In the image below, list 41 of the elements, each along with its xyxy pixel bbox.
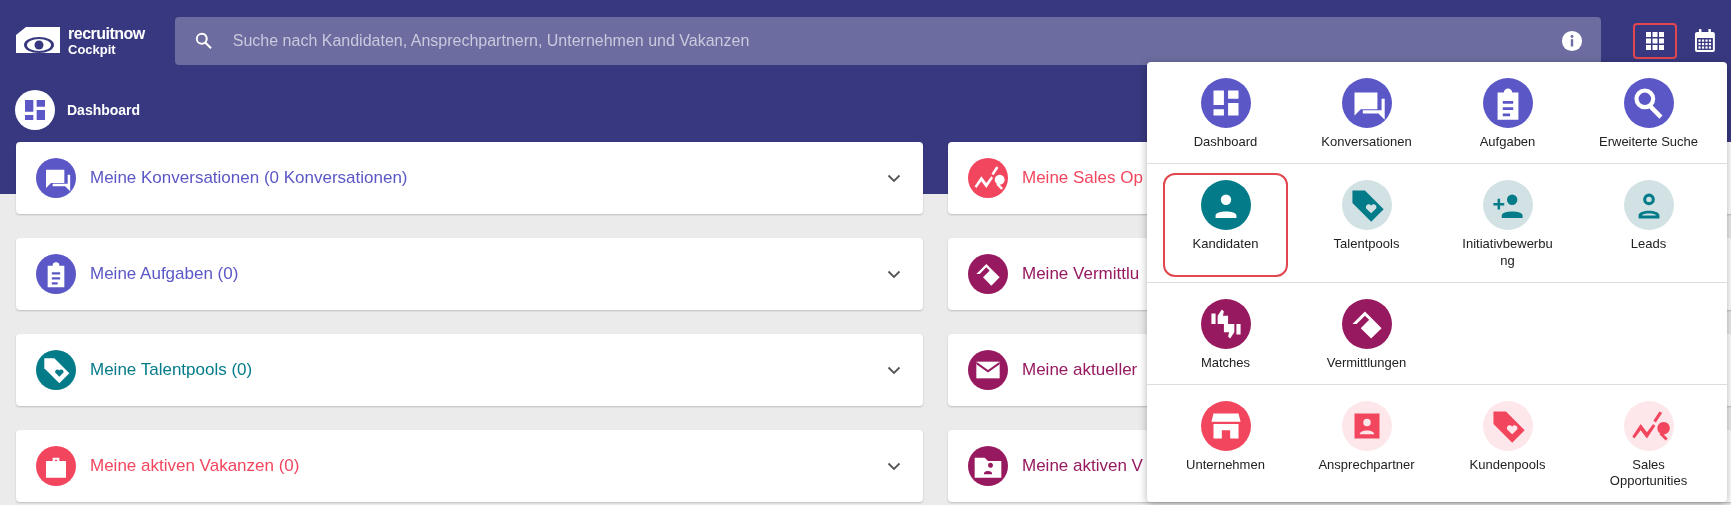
info-icon[interactable]	[1561, 30, 1584, 52]
card-title: Meine Konversationen (0 Konversationen)	[90, 168, 409, 188]
apps-grid-button[interactable]	[1633, 23, 1678, 59]
card-title: Meine Sales Op	[1022, 168, 1143, 188]
menu-item[interactable]: Ansprechpartner	[1304, 393, 1429, 498]
card-title: Meine aktiven Vakanzen (0)	[90, 456, 301, 476]
menu-item[interactable]: Erweiterte Suche	[1586, 71, 1711, 158]
menu-item[interactable]: Sales Opportunities	[1586, 393, 1711, 498]
calendar-icon[interactable]	[1693, 28, 1717, 54]
chevron-down-icon[interactable]	[887, 461, 901, 471]
card-title: Meine aktiven V	[1022, 456, 1143, 476]
menu-item[interactable]: Aufgaben	[1445, 71, 1570, 158]
logo[interactable]: recruitnow Cockpit	[14, 23, 145, 59]
search-bar[interactable]: Suche nach Kandidaten, Ansprechpartnern, Unternehmen und Vakanzen	[174, 17, 1602, 65]
menu-item[interactable]: Unternehmen	[1163, 393, 1288, 498]
card-title: Meine aktueller	[1022, 360, 1138, 380]
page-title: Dashboard	[67, 102, 141, 118]
dashboard-icon	[15, 90, 55, 130]
card-title: Meine Aufgaben (0)	[90, 264, 240, 284]
widget-card[interactable]: Meine Talentpools (0)	[16, 334, 923, 406]
menu-item[interactable]: Konversationen	[1304, 71, 1429, 158]
menu-item[interactable]: Matches	[1163, 291, 1288, 379]
menu-item[interactable]: Dashboard	[1163, 71, 1288, 158]
card-title: Meine Vermittlu	[1022, 264, 1140, 284]
menu-item[interactable]: Initiativbewerbu ng	[1445, 172, 1570, 277]
menu-item[interactable]: Kandidaten	[1163, 172, 1288, 277]
brand-name: recruitnow	[68, 25, 145, 43]
widget-card[interactable]: Meine Aufgaben (0)	[16, 238, 923, 310]
search-field[interactable]: Suche nach Kandidaten, Ansprechpartnern, Unternehmen und Vakanzen	[230, 31, 1546, 51]
chevron-down-icon[interactable]	[887, 269, 901, 279]
menu-item[interactable]: Kundenpools	[1445, 393, 1570, 498]
chevron-down-icon[interactable]	[887, 365, 901, 375]
card-title: Meine Talentpools (0)	[90, 360, 254, 380]
chevron-down-icon[interactable]	[887, 173, 901, 183]
product-name: Cockpit	[68, 42, 117, 57]
widget-card[interactable]: Meine aktiven Vakanzen (0)	[16, 430, 923, 502]
menu-item[interactable]: Leads	[1586, 172, 1711, 277]
grid-icon	[1645, 31, 1666, 51]
menu-item[interactable]: Talentpools	[1304, 172, 1429, 277]
menu-item[interactable]: Vermittlungen	[1304, 291, 1429, 379]
widget-card[interactable]: Meine Konversationen (0 Konversationen)	[16, 142, 923, 214]
